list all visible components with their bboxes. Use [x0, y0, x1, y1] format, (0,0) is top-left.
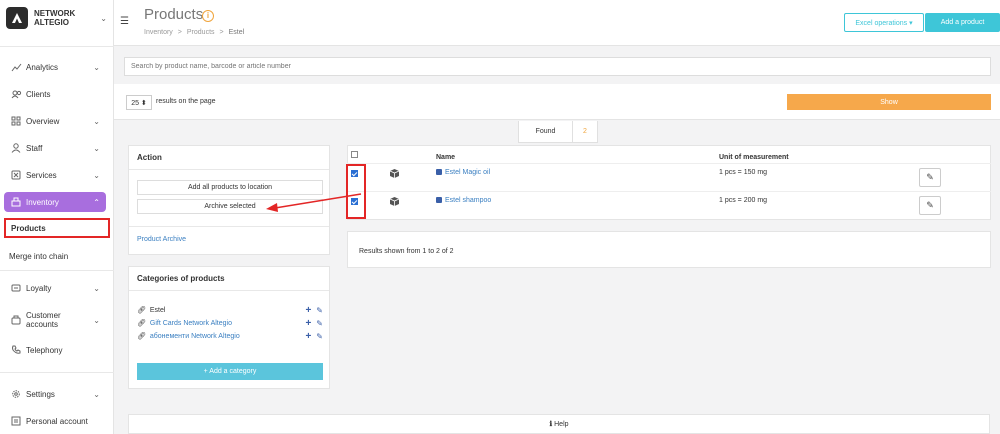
help-bar[interactable]: ℹ Help — [128, 414, 990, 434]
help-label: Help — [554, 420, 569, 428]
info-icon: ℹ — [549, 421, 553, 428]
annotation-arrow — [266, 193, 362, 212]
